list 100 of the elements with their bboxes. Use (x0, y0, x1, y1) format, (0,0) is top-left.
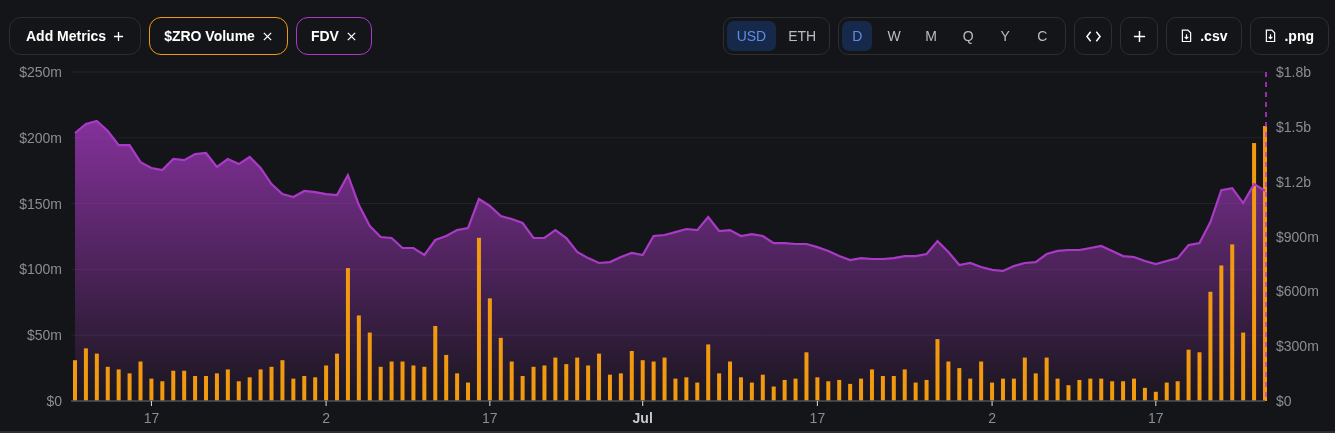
volume-bar (466, 382, 471, 401)
volume-bar (880, 376, 885, 401)
volume-bar (83, 348, 88, 401)
volume-bar (171, 370, 176, 401)
volume-bar (869, 369, 874, 401)
volume-bar (1077, 379, 1082, 401)
volume-bar (553, 357, 558, 401)
volume-bar (149, 378, 154, 401)
volume-bar (782, 379, 787, 401)
axis-label: 17 (1148, 410, 1164, 426)
download-button[interactable]: .csv (1166, 17, 1243, 55)
volume-bar (1186, 349, 1191, 401)
volume-bar (138, 361, 143, 401)
axis-label: 17 (482, 410, 498, 426)
volume-bar (1132, 378, 1136, 401)
embed-button[interactable] (1074, 17, 1113, 55)
close-icon (261, 30, 273, 42)
volume-bar (542, 365, 547, 401)
volume-bar (826, 381, 831, 401)
volume-bar (367, 332, 372, 401)
volume-bar (411, 365, 416, 401)
volume-bar (204, 376, 208, 401)
volume-bar (335, 353, 339, 401)
metric-chip[interactable]: FDV (295, 17, 372, 55)
axis-label: $0 (1276, 393, 1292, 409)
volume-bar (618, 373, 623, 401)
volume-bar (94, 353, 99, 401)
download-button[interactable]: .png (1250, 17, 1329, 55)
close-icon (345, 30, 357, 42)
axis-label: Jul (632, 410, 653, 426)
volume-bar (422, 366, 427, 401)
volume-bar (1022, 357, 1027, 401)
axis-label: 2 (988, 410, 996, 426)
axis-label: $1.2b (1276, 173, 1312, 190)
volume-bar (913, 382, 918, 401)
volume-bar (105, 366, 110, 401)
axis-label: $0 (46, 393, 62, 409)
volume-bar (378, 366, 383, 401)
metric-chip[interactable]: $ZRO Volume (149, 17, 288, 55)
volume-bar (1175, 381, 1180, 401)
volume-bar (575, 357, 580, 401)
volume-bar (706, 344, 711, 401)
axis-label: $600m (1276, 283, 1319, 300)
volume-bar (990, 382, 995, 401)
period-tab[interactable]: M (916, 21, 947, 51)
volume-bar (957, 368, 962, 401)
period-tab[interactable]: C (1027, 21, 1058, 51)
volume-bar (673, 378, 678, 401)
axis-label: $50m (26, 327, 62, 344)
volume-bar (717, 373, 722, 401)
volume-bar (1088, 378, 1093, 401)
axis-label: $150m (19, 195, 62, 212)
volume-bar (1055, 378, 1060, 401)
volume-bar (160, 381, 165, 401)
volume-bar (640, 360, 645, 401)
volume-bar (629, 351, 634, 401)
volume-bar (225, 369, 230, 401)
volume-bar (444, 354, 449, 401)
volume-bar (815, 377, 820, 401)
period-tab[interactable]: W (879, 21, 910, 51)
volume-bar (1241, 332, 1246, 401)
volume-bar (520, 376, 525, 401)
volume-bar (247, 377, 252, 401)
volume-bar (848, 383, 853, 401)
volume-bar (498, 337, 503, 401)
currency-tab[interactable]: ETH (778, 21, 827, 51)
volume-bar (509, 361, 514, 401)
volume-bar (695, 382, 700, 401)
volume-bar (979, 361, 984, 401)
volume-bar (924, 379, 929, 401)
volume-bar (116, 369, 121, 401)
volume-bar (586, 365, 591, 401)
volume-bar (793, 378, 798, 401)
volume-bar (127, 373, 132, 401)
volume-bar (651, 361, 656, 401)
volume-bar (1164, 382, 1169, 401)
axis-label: 17 (809, 410, 826, 426)
period-tab[interactable]: D (842, 21, 873, 51)
volume-bar (182, 370, 187, 401)
volume-bar (684, 377, 689, 401)
volume-bar (728, 361, 733, 401)
volume-bar (749, 382, 754, 401)
axis-label: 2 (322, 410, 330, 426)
period-tab[interactable]: Y (990, 21, 1021, 51)
volume-bar (564, 364, 569, 401)
volume-bar (1142, 387, 1147, 401)
volume-bar (968, 378, 973, 401)
axis-label: 17 (143, 410, 160, 426)
volume-bar (324, 365, 329, 401)
volume-bar (291, 378, 296, 401)
volume-bar (1121, 381, 1126, 401)
volume-bar (258, 369, 263, 401)
volume-bar (269, 366, 274, 401)
volume-bar (455, 373, 460, 401)
period-tab[interactable]: Q (953, 21, 984, 51)
add-metrics-button[interactable]: Add Metrics (9, 17, 142, 55)
currency-tab[interactable]: USD (726, 21, 777, 51)
volume-bar (400, 361, 405, 401)
volume-bar (771, 386, 776, 401)
volume-bar (837, 379, 842, 401)
